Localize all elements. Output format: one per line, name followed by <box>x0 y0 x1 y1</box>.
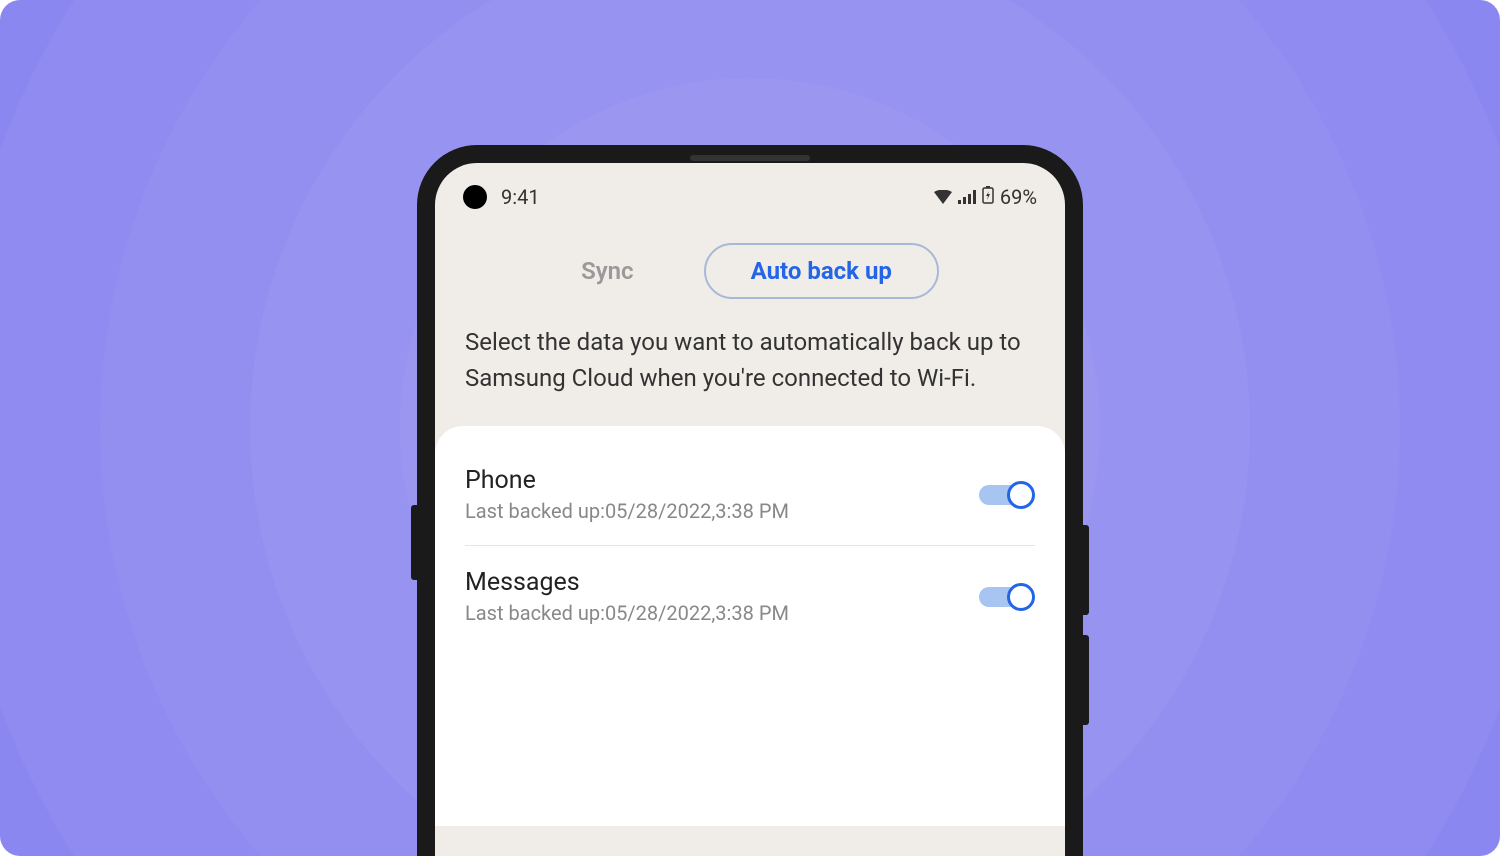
status-bar: 9:41 <box>435 163 1065 223</box>
phone-earpiece <box>690 155 810 161</box>
signal-icon <box>958 185 976 209</box>
phone-side-button <box>1083 635 1089 725</box>
list-item-title: Messages <box>465 568 979 597</box>
phone-side-button <box>1083 525 1089 615</box>
description-text: Select the data you want to automaticall… <box>435 324 1065 426</box>
list-item-content: Phone Last backed up:05/28/2022,3:38 PM <box>465 466 979 523</box>
battery-charging-icon <box>982 185 994 209</box>
list-item-subtitle: Last backed up:05/28/2022,3:38 PM <box>465 499 979 523</box>
tabs-container: Sync Auto back up <box>435 223 1065 324</box>
list-item-title: Phone <box>465 466 979 495</box>
phone-screen: 9:41 <box>435 163 1065 856</box>
toggle-thumb <box>1007 481 1035 509</box>
battery-percentage: 69% <box>1000 185 1037 209</box>
background-container: 9:41 <box>0 0 1500 856</box>
status-time: 9:41 <box>501 185 540 209</box>
tab-auto-backup[interactable]: Auto back up <box>704 243 939 299</box>
phone-side-button <box>411 505 417 580</box>
list-item-content: Messages Last backed up:05/28/2022,3:38 … <box>465 568 979 625</box>
backup-list: Phone Last backed up:05/28/2022,3:38 PM … <box>435 426 1065 826</box>
phone-frame: 9:41 <box>417 145 1083 856</box>
toggle-thumb <box>1007 583 1035 611</box>
wifi-icon <box>934 185 952 209</box>
toggle-messages[interactable] <box>979 583 1035 611</box>
list-item-messages[interactable]: Messages Last backed up:05/28/2022,3:38 … <box>465 554 1035 639</box>
status-bar-left: 9:41 <box>455 185 540 209</box>
status-bar-right: 69% <box>934 185 1037 209</box>
list-item-phone[interactable]: Phone Last backed up:05/28/2022,3:38 PM <box>465 452 1035 537</box>
divider <box>465 545 1035 546</box>
camera-hole <box>463 185 487 209</box>
list-item-subtitle: Last backed up:05/28/2022,3:38 PM <box>465 601 979 625</box>
tab-sync[interactable]: Sync <box>561 245 654 297</box>
toggle-phone[interactable] <box>979 481 1035 509</box>
